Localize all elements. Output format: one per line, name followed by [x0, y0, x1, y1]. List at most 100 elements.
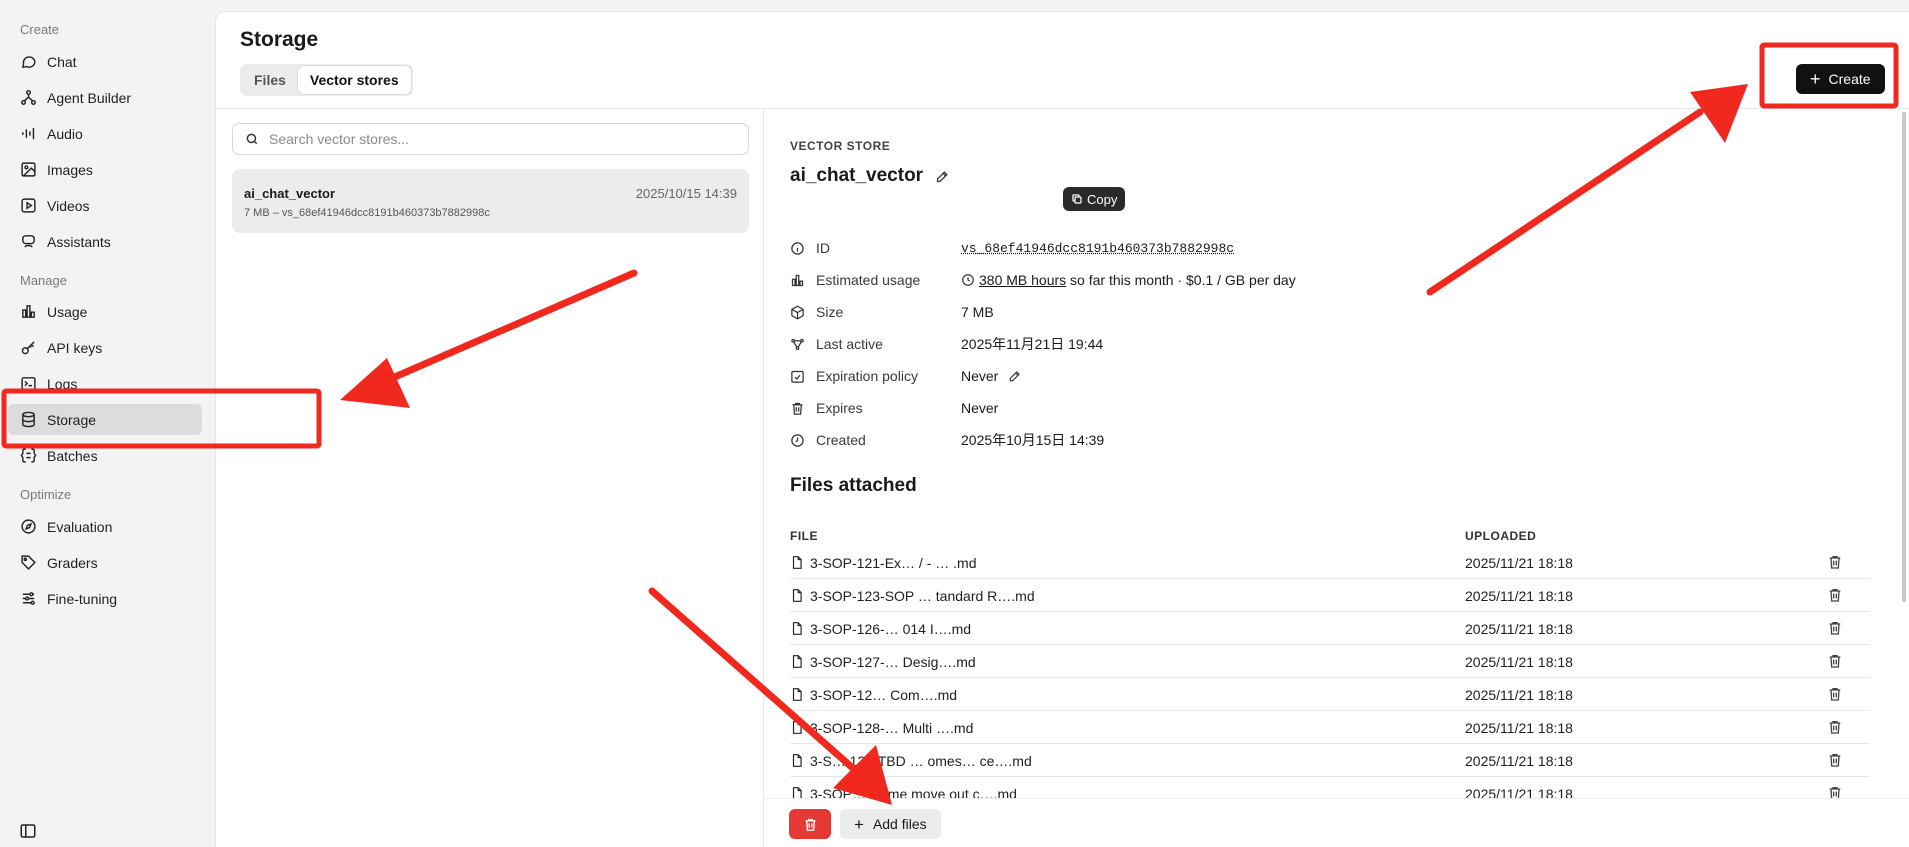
sidebar-item-label: Audio	[47, 126, 83, 142]
table-row[interactable]: 3-SOP-121-Ex… / - … .md 2025/11/21 18:18	[790, 546, 1870, 579]
edit-pencil-icon[interactable]	[935, 169, 950, 184]
logs-icon	[20, 375, 37, 392]
file-uploaded: 2025/11/21 18:18	[1465, 654, 1573, 670]
sidebar-item-api-keys[interactable]: API keys	[8, 332, 202, 363]
scrollbar[interactable]	[1902, 112, 1906, 602]
delete-vector-store-button[interactable]	[789, 809, 831, 839]
store-name: ai_chat_vector	[244, 186, 335, 201]
search-box	[232, 123, 749, 155]
trash-icon[interactable]	[1827, 620, 1843, 636]
trash-icon[interactable]	[1827, 719, 1843, 735]
sidebar-item-label: API keys	[47, 340, 102, 356]
table-row[interactable]: 3-SOP-123-SOP … tandard R….md 2025/11/21…	[790, 579, 1870, 612]
clock-icon	[790, 433, 805, 448]
create-button-label: Create	[1829, 71, 1871, 87]
table-row[interactable]: 3-SOP-126-… 014 I….md 2025/11/21 18:18	[790, 612, 1870, 645]
section-optimize: Optimize	[20, 487, 71, 502]
vector-store-list: ai_chat_vector 2025/10/15 14:39 7 MB – v…	[216, 109, 764, 847]
prop-value: 2025年10月15日 14:39	[961, 430, 1104, 450]
sidebar-item-videos[interactable]: Videos	[8, 190, 202, 221]
edit-pencil-icon[interactable]	[1008, 369, 1022, 383]
detail-footer: + Add files	[764, 798, 1909, 847]
prop-size: Size 7 MB	[790, 302, 1890, 322]
section-label: VECTOR STORE	[790, 139, 890, 153]
file-uploaded: 2025/11/21 18:18	[1465, 720, 1573, 736]
usage-icon	[20, 303, 37, 320]
vector-store-id[interactable]: vs_68ef41946dcc8191b460373b7882998c	[961, 241, 1234, 256]
sidebar-item-label: Usage	[47, 304, 87, 320]
sidebar-item-label: Agent Builder	[47, 90, 131, 106]
prop-label: ID	[816, 240, 961, 256]
prop-value: Never	[961, 368, 1022, 384]
sidebar-item-audio[interactable]: Audio	[8, 118, 202, 149]
sidebar-item-logs[interactable]: Logs	[8, 368, 202, 399]
create-button[interactable]: + Create	[1796, 64, 1885, 94]
store-date: 2025/10/15 14:39	[636, 186, 737, 201]
tab-files[interactable]: Files	[242, 66, 298, 94]
search-icon	[245, 132, 259, 146]
add-files-button[interactable]: + Add files	[840, 809, 941, 839]
prop-label: Size	[816, 304, 961, 320]
files-attached-title: Files attached	[790, 475, 917, 497]
prop-last-active: Last active 2025年11月21日 19:44	[790, 334, 1890, 354]
search-input[interactable]	[269, 131, 729, 147]
info-icon	[790, 241, 805, 256]
prop-usage: Estimated usage 380 MB hours so far this…	[790, 270, 1890, 290]
image-icon	[20, 161, 37, 178]
file-icon	[790, 621, 804, 636]
file-icon	[790, 654, 804, 669]
table-row[interactable]: 3-SOP-128-… Multi ….md 2025/11/21 18:18	[790, 711, 1870, 744]
file-icon	[790, 555, 804, 570]
main-panel: Storage Files Vector stores + Create ai_…	[215, 11, 1909, 847]
sidebar-item-label: Fine-tuning	[47, 591, 117, 607]
prop-label: Estimated usage	[816, 272, 961, 288]
file-uploaded: 2025/11/21 18:18	[1465, 621, 1573, 637]
usage-rest: so far this month · $0.1 / GB per day	[1066, 272, 1296, 288]
prop-expiration-policy: Expiration policy Never	[790, 366, 1890, 386]
prop-label: Created	[816, 432, 961, 448]
sidebar-item-images[interactable]: Images	[8, 154, 202, 185]
file-uploaded: 2025/11/21 18:18	[1465, 555, 1573, 571]
sidebar-item-graders[interactable]: Graders	[8, 547, 202, 578]
chat-icon	[20, 53, 37, 70]
file-name: 3-SOP-12… Com….md	[810, 687, 957, 703]
tag-icon	[20, 554, 37, 571]
trash-icon[interactable]	[1827, 686, 1843, 702]
section-create: Create	[20, 22, 59, 37]
sidebar-item-usage[interactable]: Usage	[8, 296, 202, 327]
table-row[interactable]: 3-S… 124-TBD … omes… ce….md 2025/11/21 1…	[790, 744, 1870, 777]
sidebar-item-chat[interactable]: Chat	[8, 46, 202, 77]
trash-icon[interactable]	[1827, 554, 1843, 570]
file-name: 3-SOP-126-… 014 I….md	[810, 621, 971, 637]
expiration-value: Never	[961, 368, 998, 384]
chart-icon	[790, 273, 805, 288]
file-icon	[790, 720, 804, 735]
sidebar-toggle-icon[interactable]	[19, 822, 37, 840]
sidebar-item-agent-builder[interactable]: Agent Builder	[8, 82, 202, 113]
prop-id: ID vs_68ef41946dcc8191b460373b7882998c	[790, 238, 1890, 258]
sidebar-item-storage[interactable]: Storage	[8, 404, 202, 435]
copy-icon	[1071, 193, 1083, 205]
file-name: 3-SOP-128-… Multi ….md	[810, 720, 973, 736]
table-row[interactable]: 3-SOP-12… Com….md 2025/11/21 18:18	[790, 678, 1870, 711]
sidebar-item-assistants[interactable]: Assistants	[8, 226, 202, 257]
usage-hours[interactable]: 380 MB hours	[979, 272, 1066, 288]
trash-icon[interactable]	[1827, 653, 1843, 669]
sidebar-item-label: Storage	[47, 412, 96, 428]
sidebar-item-fine-tuning[interactable]: Fine-tuning	[8, 583, 202, 614]
file-uploaded: 2025/11/21 18:18	[1465, 687, 1573, 703]
sidebar-item-label: Evaluation	[47, 519, 112, 535]
copy-tooltip[interactable]: Copy	[1063, 187, 1125, 211]
trash-icon[interactable]	[1827, 587, 1843, 603]
tab-vector-stores[interactable]: Vector stores	[298, 66, 411, 94]
sidebar-item-evaluation[interactable]: Evaluation	[8, 511, 202, 542]
agent-builder-icon	[20, 89, 37, 106]
section-manage: Manage	[20, 273, 67, 288]
table-row[interactable]: 3-SOP-127-… Desig….md 2025/11/21 18:18	[790, 645, 1870, 678]
sidebar-item-batches[interactable]: Batches	[8, 440, 202, 471]
trash-icon[interactable]	[1827, 752, 1843, 768]
file-icon	[790, 687, 804, 702]
list-item[interactable]: ai_chat_vector 2025/10/15 14:39 7 MB – v…	[232, 169, 749, 233]
prop-label: Last active	[816, 336, 961, 352]
vector-store-detail: VECTOR STORE ai_chat_vector Copy ID vs_6…	[764, 109, 1909, 847]
